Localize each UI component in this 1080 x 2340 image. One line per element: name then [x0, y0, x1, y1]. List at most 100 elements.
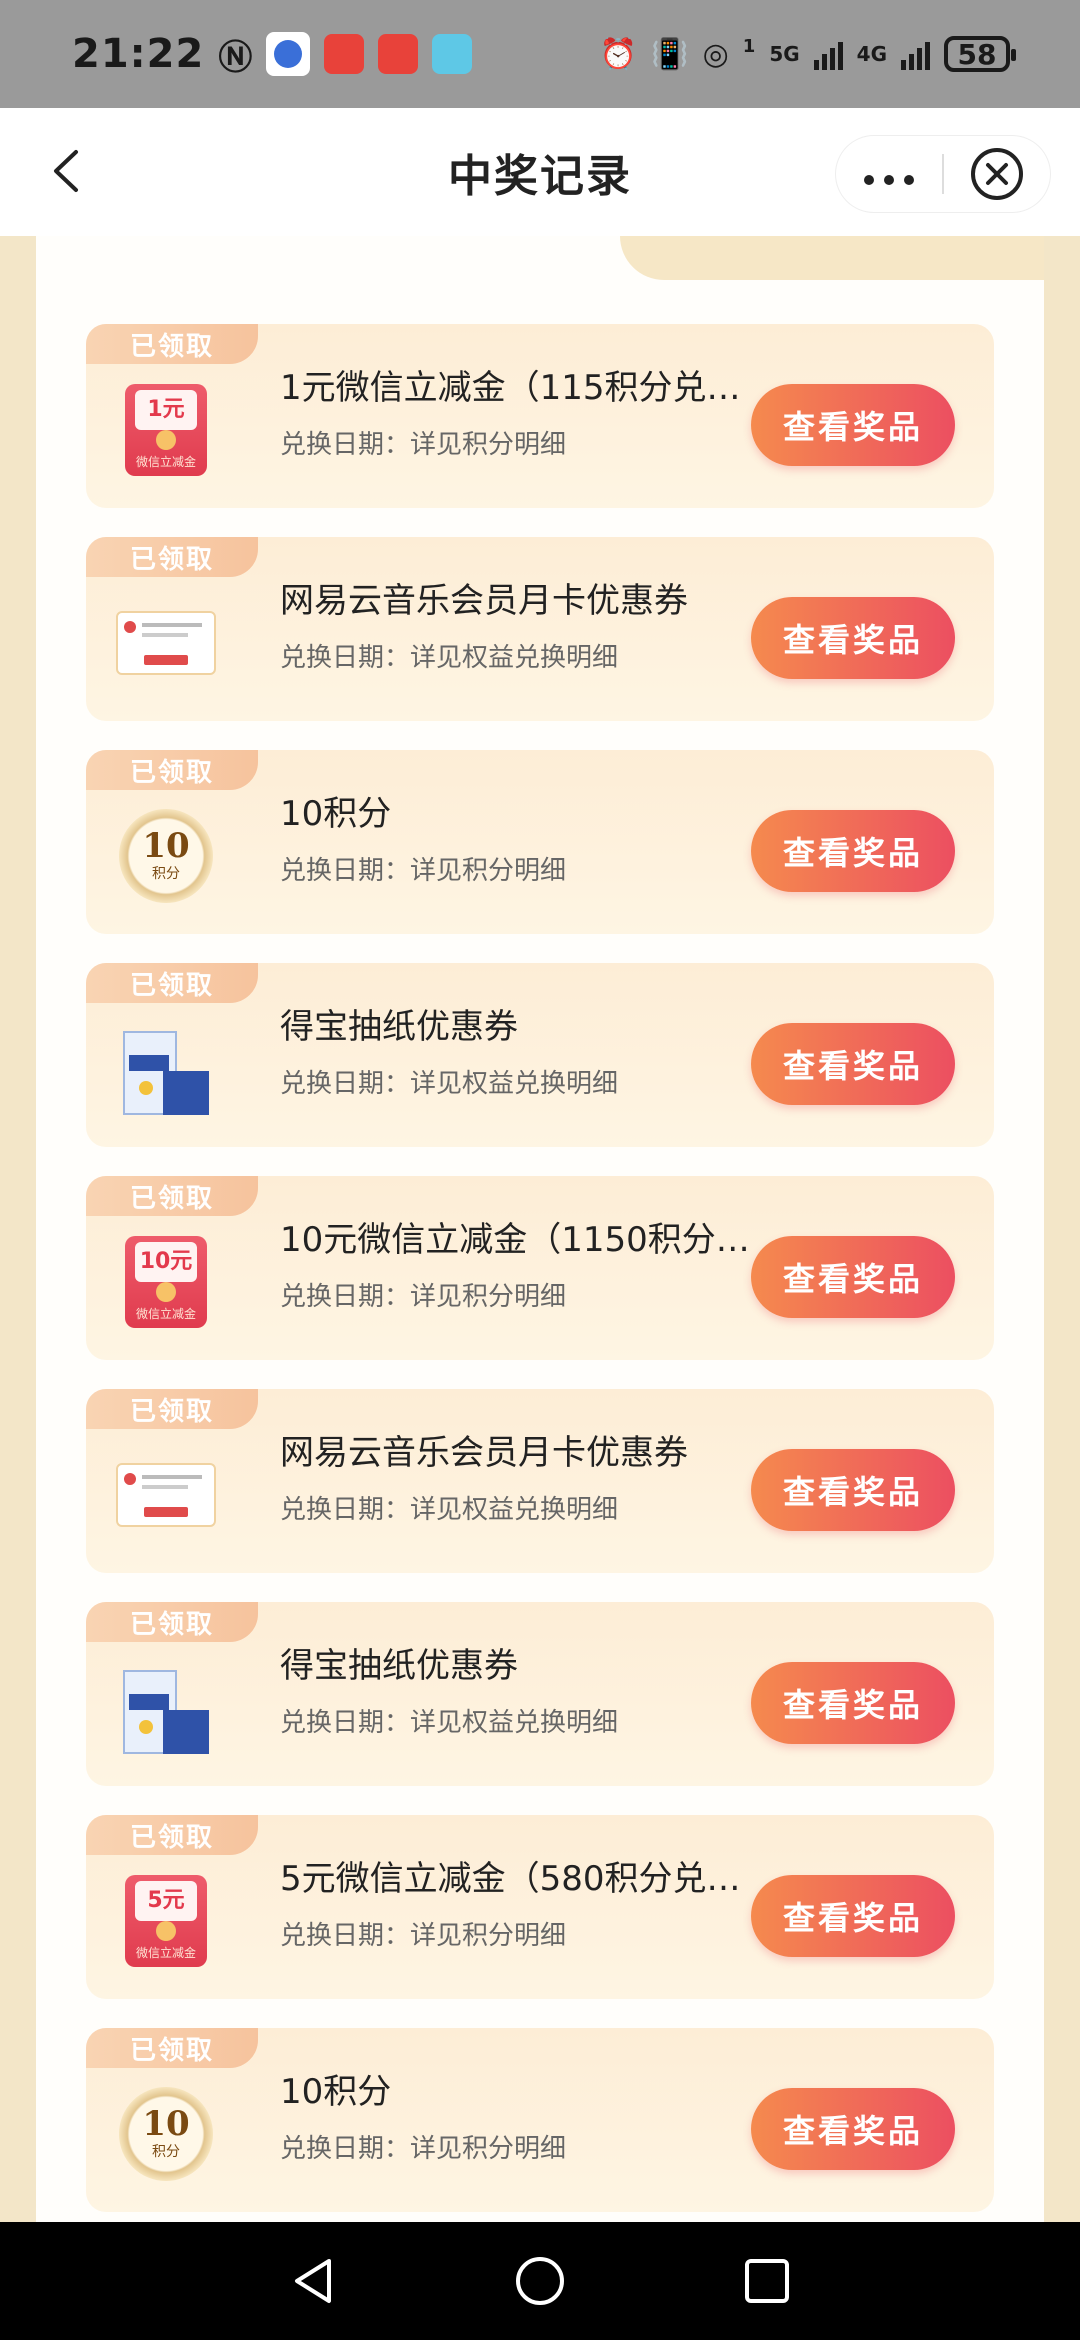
prize-date-note: 兑换日期：详见权益兑换明细 [280, 1069, 619, 1099]
alarm-icon: ⏰ [599, 36, 638, 72]
wechat-redpacket-icon: 5元 微信立减金 [125, 1875, 207, 1967]
prize-title: 10元微信立减金（1150积分兑换） [280, 1220, 774, 1260]
redpacket-caption: 微信立减金 [135, 1307, 196, 1321]
prize-date-note: 兑换日期：详见积分明细 [280, 1921, 567, 1951]
medal-number: 10 [142, 826, 190, 866]
claimed-badge: 已领取 [86, 963, 258, 1003]
points-medal-icon: 10 积分 [119, 2087, 213, 2181]
nav-bar: 中奖记录 [0, 108, 1080, 236]
redpacket-amount: 1元 [135, 390, 197, 430]
prize-record-card: 已领取 网易云音乐会员月卡优惠券 兑换日期：详见权益兑换明细 查看奖品 [86, 1389, 994, 1573]
claimed-badge: 已领取 [86, 1389, 258, 1429]
wechat-redpacket-icon: 1元 微信立减金 [125, 384, 207, 476]
record-list[interactable]: 已领取 1元 微信立减金 1元微信立减金（115积分兑换） 兑换日期：详见积分明… [86, 324, 994, 2222]
prize-record-card: 已领取 5元 微信立减金 5元微信立减金（580积分兑换） 兑换日期：详见积分明… [86, 1815, 994, 1999]
view-prize-button[interactable]: 查看奖品 [751, 1236, 955, 1318]
prize-thumbnail [116, 1658, 216, 1758]
prize-info: 10积分 兑换日期：详见积分明细 [280, 790, 780, 887]
prize-record-card: 已领取 10元 微信立减金 10元微信立减金（1150积分兑换） 兑换日期：详见… [86, 1176, 994, 1360]
nfc-icon: Ⓝ [218, 37, 253, 78]
medal-number: 10 [142, 2104, 190, 2144]
prize-record-card: 已领取 10 积分 10积分 兑换日期：详见积分明细 查看奖品 [86, 750, 994, 934]
prize-thumbnail: 10 积分 [116, 806, 216, 906]
content-area[interactable]: 已领取 1元 微信立减金 1元微信立减金（115积分兑换） 兑换日期：详见积分明… [0, 236, 1080, 2222]
medal-unit: 积分 [152, 866, 180, 882]
status-bar: 21:22 Ⓝ ⏰ 📳 ◎ 1 5G 4G 58 [0, 0, 1080, 108]
tissue-pack-icon [123, 1021, 209, 1117]
prize-info: 5元微信立减金（580积分兑换） 兑换日期：详见积分明细 [280, 1855, 780, 1952]
page-title: 中奖记录 [448, 151, 632, 202]
close-circle-icon [971, 148, 1023, 200]
view-prize-button[interactable]: 查看奖品 [751, 2088, 955, 2170]
prize-date-note: 兑换日期：详见权益兑换明细 [280, 643, 619, 673]
prize-thumbnail: 5元 微信立减金 [116, 1871, 216, 1971]
prize-thumbnail [116, 1445, 216, 1545]
prize-thumbnail: 10 积分 [116, 2084, 216, 2184]
prize-date-note: 兑换日期：详见积分明细 [280, 2134, 567, 2164]
prize-info: 10元微信立减金（1150积分兑换） 兑换日期：详见积分明细 [280, 1216, 780, 1313]
signal-icon [901, 38, 930, 70]
reader-app-icon [432, 34, 473, 74]
close-button[interactable] [944, 146, 1050, 202]
music-coupon-icon [116, 611, 216, 675]
claimed-badge: 已领取 [86, 537, 258, 577]
prize-info: 得宝抽纸优惠券 兑换日期：详见权益兑换明细 [280, 1003, 780, 1100]
prize-date-note: 兑换日期：详见积分明细 [280, 1282, 567, 1312]
back-button[interactable] [44, 146, 94, 196]
view-prize-button[interactable]: 查看奖品 [751, 1875, 955, 1957]
prize-info: 网易云音乐会员月卡优惠券 兑换日期：详见权益兑换明细 [280, 577, 780, 674]
system-navigation-bar [0, 2222, 1080, 2340]
prize-record-card: 已领取 10 积分 10积分 兑换日期：详见积分明细 查看奖品 [86, 2028, 994, 2212]
prize-title: 10积分 [280, 2072, 392, 2112]
triangle-back-icon[interactable] [285, 2253, 341, 2309]
sim1-label: 1 [742, 36, 756, 57]
prize-record-card: 已领取 得宝抽纸优惠券 兑换日期：详见权益兑换明细 查看奖品 [86, 963, 994, 1147]
prize-thumbnail: 1元 微信立减金 [116, 380, 216, 480]
prize-info: 得宝抽纸优惠券 兑换日期：详见权益兑换明细 [280, 1642, 780, 1739]
signal-icon [813, 38, 843, 70]
circle-home-icon[interactable] [512, 2253, 568, 2309]
prize-info: 1元微信立减金（115积分兑换） 兑换日期：详见积分明细 [280, 364, 780, 461]
coin-icon [156, 1921, 176, 1941]
app-notification-icon [324, 34, 365, 74]
claimed-badge: 已领取 [86, 1602, 258, 1642]
music-coupon-icon [116, 1463, 216, 1527]
prize-info: 网易云音乐会员月卡优惠券 兑换日期：详见权益兑换明细 [280, 1429, 780, 1526]
battery-indicator: 58 [944, 36, 1016, 72]
records-panel: 已领取 1元 微信立减金 1元微信立减金（115积分兑换） 兑换日期：详见积分明… [36, 236, 1044, 2222]
claimed-badge: 已领取 [86, 1815, 258, 1855]
wechat-redpacket-icon: 10元 微信立减金 [125, 1236, 207, 1328]
redpacket-caption: 微信立减金 [135, 1946, 196, 1960]
prize-record-card: 已领取 得宝抽纸优惠券 兑换日期：详见权益兑换明细 查看奖品 [86, 1602, 994, 1786]
more-button[interactable] [836, 154, 942, 194]
claimed-badge: 已领取 [86, 1176, 258, 1216]
coin-icon [156, 1282, 176, 1302]
view-prize-button[interactable]: 查看奖品 [751, 384, 955, 466]
app-notification-icon [266, 32, 311, 76]
prize-title: 网易云音乐会员月卡优惠券 [280, 581, 688, 621]
prize-title: 5元微信立减金（580积分兑换） [280, 1859, 774, 1899]
square-recent-icon[interactable] [739, 2253, 795, 2309]
prize-record-card: 已领取 1元 微信立减金 1元微信立减金（115积分兑换） 兑换日期：详见积分明… [86, 324, 994, 508]
status-left: 21:22 Ⓝ [72, 30, 473, 79]
prize-thumbnail: 10元 微信立减金 [116, 1232, 216, 1332]
hotspot-icon: ◎ [702, 36, 729, 72]
coin-icon [156, 430, 176, 450]
prize-title: 网易云音乐会员月卡优惠券 [280, 1433, 688, 1473]
view-prize-button[interactable]: 查看奖品 [751, 810, 955, 892]
claimed-badge: 已领取 [86, 324, 258, 364]
prize-date-note: 兑换日期：详见权益兑换明细 [280, 1708, 619, 1738]
view-prize-button[interactable]: 查看奖品 [751, 1449, 955, 1531]
prize-title: 1元微信立减金（115积分兑换） [280, 368, 774, 408]
prize-title: 10积分 [280, 794, 392, 834]
view-prize-button[interactable]: 查看奖品 [751, 1662, 955, 1744]
redpacket-amount: 10元 [135, 1242, 197, 1282]
claimed-badge: 已领取 [86, 2028, 258, 2068]
prize-date-note: 兑换日期：详见积分明细 [280, 856, 567, 886]
mini-program-capsule [836, 136, 1050, 212]
prize-title: 得宝抽纸优惠券 [280, 1646, 518, 1686]
view-prize-button[interactable]: 查看奖品 [751, 597, 955, 679]
view-prize-button[interactable]: 查看奖品 [751, 1023, 955, 1105]
chevron-left-icon [54, 150, 78, 192]
network-4g-label: 4G [856, 42, 887, 66]
